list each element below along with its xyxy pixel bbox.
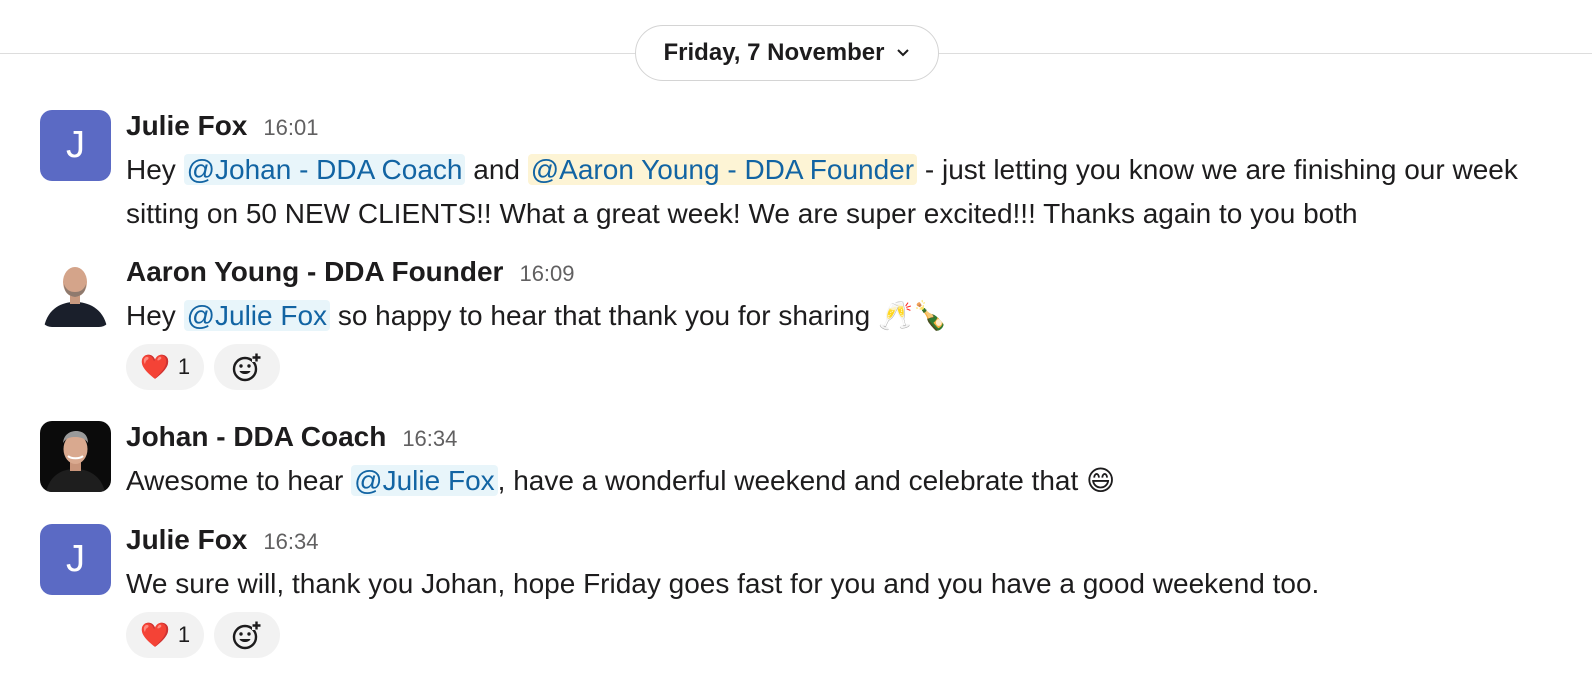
reaction-heart[interactable]: ❤️ 1 bbox=[126, 612, 205, 658]
message-text-segment: so happy to hear that thank you for shar… bbox=[330, 300, 878, 331]
date-divider-button[interactable]: Friday, 7 November bbox=[635, 25, 939, 81]
add-reaction-icon bbox=[232, 621, 262, 650]
message-text-segment: and bbox=[465, 154, 528, 185]
champagne-bottle-emoji: 🍾 bbox=[912, 299, 948, 332]
message-author[interactable]: Aaron Young - DDA Founder bbox=[126, 256, 503, 288]
reaction-count: 1 bbox=[177, 622, 191, 647]
avatar[interactable]: J bbox=[40, 524, 111, 595]
message-timestamp[interactable]: 16:34 bbox=[263, 529, 318, 555]
message-text-segment: Awesome to hear bbox=[126, 465, 352, 496]
add-reaction-button[interactable] bbox=[214, 344, 281, 390]
message-timestamp[interactable]: 16:34 bbox=[402, 426, 457, 452]
avatar[interactable] bbox=[40, 256, 111, 327]
user-mention[interactable]: @Aaron Young - DDA Founder bbox=[527, 154, 918, 185]
user-mention[interactable]: @Johan - DDA Coach bbox=[183, 154, 466, 185]
avatar[interactable]: J bbox=[40, 110, 111, 181]
user-mention[interactable]: @Julie Fox bbox=[351, 465, 498, 496]
date-divider-label: Friday, 7 November bbox=[663, 39, 885, 66]
message-text: Awesome to hear @Julie Fox, have a wonde… bbox=[126, 459, 1570, 503]
message-text: We sure will, thank you Johan, hope Frid… bbox=[126, 562, 1570, 606]
add-reaction-button[interactable] bbox=[214, 612, 281, 658]
message-author[interactable]: Johan - DDA Coach bbox=[126, 421, 386, 453]
grinning-face-emoji: 😄 bbox=[1086, 464, 1116, 497]
avatar-letter: J bbox=[66, 538, 85, 580]
message-text: Hey @Julie Fox so happy to hear that tha… bbox=[126, 294, 1570, 338]
reaction-heart[interactable]: ❤️ 1 bbox=[126, 344, 205, 390]
avatar[interactable] bbox=[40, 421, 111, 492]
message-text-segment: Hey bbox=[126, 154, 184, 185]
heart-icon: ❤️ bbox=[140, 353, 170, 381]
message-text-segment: , have a wonderful weekend and celebrate… bbox=[497, 465, 1087, 496]
avatar-letter: J bbox=[66, 124, 85, 166]
heart-icon: ❤️ bbox=[140, 621, 170, 649]
avatar-photo bbox=[40, 256, 111, 327]
avatar-photo bbox=[40, 421, 111, 492]
message-text: Hey @Johan - DDA Coach and @Aaron Young … bbox=[126, 148, 1570, 236]
chevron-down-icon bbox=[897, 49, 910, 57]
clinking-glasses-emoji: 🥂 bbox=[877, 299, 913, 332]
message-text-segment: We sure will, thank you Johan, hope Frid… bbox=[126, 568, 1320, 599]
message-text-segment: Hey bbox=[126, 300, 184, 331]
message-timestamp[interactable]: 16:01 bbox=[263, 115, 318, 141]
user-mention[interactable]: @Julie Fox bbox=[183, 300, 331, 331]
message-author[interactable]: Julie Fox bbox=[126, 524, 247, 556]
add-reaction-icon bbox=[232, 353, 262, 382]
message-timestamp[interactable]: 16:09 bbox=[519, 261, 574, 287]
reaction-count: 1 bbox=[177, 354, 191, 379]
message-author[interactable]: Julie Fox bbox=[126, 110, 247, 142]
